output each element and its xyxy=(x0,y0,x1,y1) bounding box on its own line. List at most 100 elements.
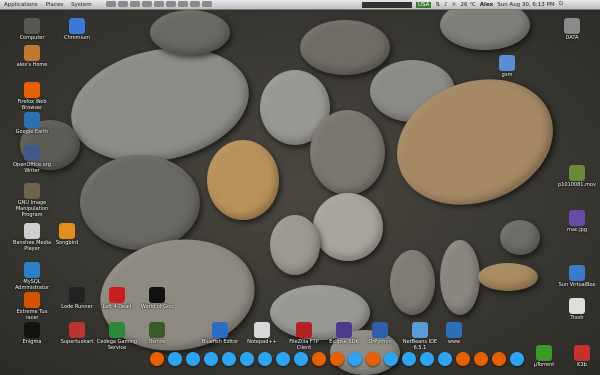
desktop-icon-label: DATA xyxy=(565,35,579,41)
dock-launcher-icon[interactable] xyxy=(240,352,254,366)
desktop-icon[interactable]: p1010081.mov xyxy=(555,165,599,188)
dock-launcher-icon[interactable] xyxy=(276,352,290,366)
world-of-goo-icon xyxy=(149,287,165,303)
menu-system[interactable]: System xyxy=(67,2,96,8)
dock-launcher-icon[interactable] xyxy=(402,352,416,366)
desktop-icon-label: GNU Image Manipulation Program xyxy=(15,200,49,218)
network-icon[interactable]: ⇅ xyxy=(435,2,440,8)
desktop-icon[interactable]: Lode Runner xyxy=(55,287,99,310)
user-name[interactable]: Alex xyxy=(480,2,493,8)
desktop-icon[interactable]: Enigma xyxy=(10,322,54,345)
dock-launcher-icon[interactable] xyxy=(258,352,272,366)
dock-launcher-icon[interactable] xyxy=(168,352,182,366)
menu-places[interactable]: Places xyxy=(42,2,68,8)
launcher-icon[interactable] xyxy=(201,0,212,7)
desktop-icon[interactable]: Computer xyxy=(10,18,54,41)
desktop-icon[interactable]: MySQL Administrator xyxy=(10,262,54,291)
keyboard-layout[interactable]: USA xyxy=(416,1,432,8)
desktop-icon[interactable]: alex's Home xyxy=(10,45,54,68)
launcher-icon[interactable] xyxy=(153,0,164,7)
desktop-icon[interactable]: OpenOffice.org Writer xyxy=(10,145,54,174)
desktop-icon-label: MySQL Administrator xyxy=(14,279,50,291)
desktop-icon[interactable]: Notepad++ xyxy=(240,322,284,345)
left4dead-icon xyxy=(109,287,125,303)
cedega-icon xyxy=(109,322,125,338)
clock[interactable]: Sun Aug 30, 6:13 PM xyxy=(497,2,554,8)
desktop-icon[interactable]: Firefox Web Browser xyxy=(10,82,54,111)
desktop-icon-label: World of Goo xyxy=(140,304,174,310)
desktop-icon-label: Computer xyxy=(19,35,45,41)
desktop-icon-label: Sun VirtualBox xyxy=(558,282,596,288)
dock-launcher-icon[interactable] xyxy=(492,352,506,366)
launcher-icon[interactable] xyxy=(129,0,140,7)
dock-launcher-icon[interactable] xyxy=(204,352,218,366)
dock xyxy=(150,352,524,370)
dock-launcher-icon[interactable] xyxy=(456,352,470,366)
utorrent-icon xyxy=(536,345,552,361)
menu-applications[interactable]: Applications xyxy=(0,2,42,8)
netbeans-icon xyxy=(412,322,428,338)
desktop-icon[interactable]: gsm xyxy=(485,55,529,78)
desktop-icon[interactable]: mac.jpg xyxy=(555,210,599,233)
desktop-icon[interactable]: World of Goo xyxy=(135,287,179,310)
dock-launcher-icon[interactable] xyxy=(294,352,308,366)
dock-launcher-icon[interactable] xyxy=(330,352,344,366)
desktop-icon-label: Google Earth xyxy=(15,129,49,135)
system-monitor-icon[interactable] xyxy=(362,1,412,8)
gimp-icon xyxy=(24,183,40,199)
dock-launcher-icon[interactable] xyxy=(312,352,326,366)
desktop-icon-label: gsm xyxy=(501,72,513,78)
launcher-icon[interactable] xyxy=(165,0,176,7)
launcher-icon[interactable] xyxy=(141,0,152,7)
launcher-icon[interactable] xyxy=(189,0,200,7)
dock-launcher-icon[interactable] xyxy=(366,352,380,366)
launcher-icon[interactable] xyxy=(105,0,116,7)
desktop-icon[interactable]: Songbird xyxy=(45,223,89,246)
volume-icon[interactable]: ♪ xyxy=(444,2,448,8)
desktop-icon[interactable]: DrPython xyxy=(358,322,402,345)
desktop-icon[interactable]: Trash xyxy=(555,298,599,321)
desktop-icon[interactable]: Chromium xyxy=(55,18,99,41)
dock-launcher-icon[interactable] xyxy=(420,352,434,366)
desktop-icon[interactable]: Bluefish Editor xyxy=(198,322,242,345)
power-icon[interactable]: ⏻ xyxy=(559,1,563,8)
desktop-icon[interactable]: Osmos xyxy=(135,322,179,345)
home-icon xyxy=(24,45,40,61)
desktop-icon[interactable]: Left 4 Dead xyxy=(95,287,139,310)
bluefish-icon xyxy=(212,322,228,338)
desktop-icon[interactable]: Supertuxkart xyxy=(55,322,99,345)
desktop-icon[interactable]: www xyxy=(432,322,476,345)
dock-launcher-icon[interactable] xyxy=(438,352,452,366)
desktop-icon-label: alex's Home xyxy=(16,62,48,68)
dock-launcher-icon[interactable] xyxy=(510,352,524,366)
temperature[interactable]: 26 °C xyxy=(460,2,475,8)
dock-launcher-icon[interactable] xyxy=(474,352,488,366)
desktop-icon-label: Bluefish Editor xyxy=(201,339,239,345)
dock-launcher-icon[interactable] xyxy=(384,352,398,366)
launcher-icon[interactable] xyxy=(117,0,128,7)
desktop-icon[interactable]: FileZilla FTP Client xyxy=(282,322,326,351)
desktop-icon[interactable]: K3b xyxy=(560,345,600,368)
computer-icon xyxy=(24,18,40,34)
dock-launcher-icon[interactable] xyxy=(348,352,362,366)
desktop-icon-label: Songbird xyxy=(55,240,79,246)
dock-launcher-icon[interactable] xyxy=(222,352,236,366)
launcher-icon[interactable] xyxy=(177,0,188,7)
desktop-icon[interactable]: Sun VirtualBox xyxy=(555,265,599,288)
desktop-icon-label: Left 4 Dead xyxy=(102,304,132,310)
desktop-icon-label: Extreme Tux racer xyxy=(16,309,48,321)
desktop-icon-label: FileZilla FTP Client xyxy=(289,339,319,351)
songbird-icon xyxy=(59,223,75,239)
globe-icon xyxy=(24,112,40,128)
dock-launcher-icon[interactable] xyxy=(186,352,200,366)
weather-icon[interactable]: ☼ xyxy=(452,2,457,8)
desktop-icon[interactable]: Cedega Gaming Service xyxy=(95,322,139,351)
dock-launcher-icon[interactable] xyxy=(150,352,164,366)
desktop-icon[interactable]: DATA xyxy=(550,18,594,41)
desktop-icon[interactable]: GNU Image Manipulation Program xyxy=(10,183,54,218)
desktop-icon[interactable]: Google Earth xyxy=(10,112,54,135)
eclipse-icon xyxy=(336,322,352,338)
desktop-icon-label: Osmos xyxy=(148,339,166,345)
osmos-icon xyxy=(149,322,165,338)
desktop-icon[interactable]: Extreme Tux racer xyxy=(10,292,54,321)
